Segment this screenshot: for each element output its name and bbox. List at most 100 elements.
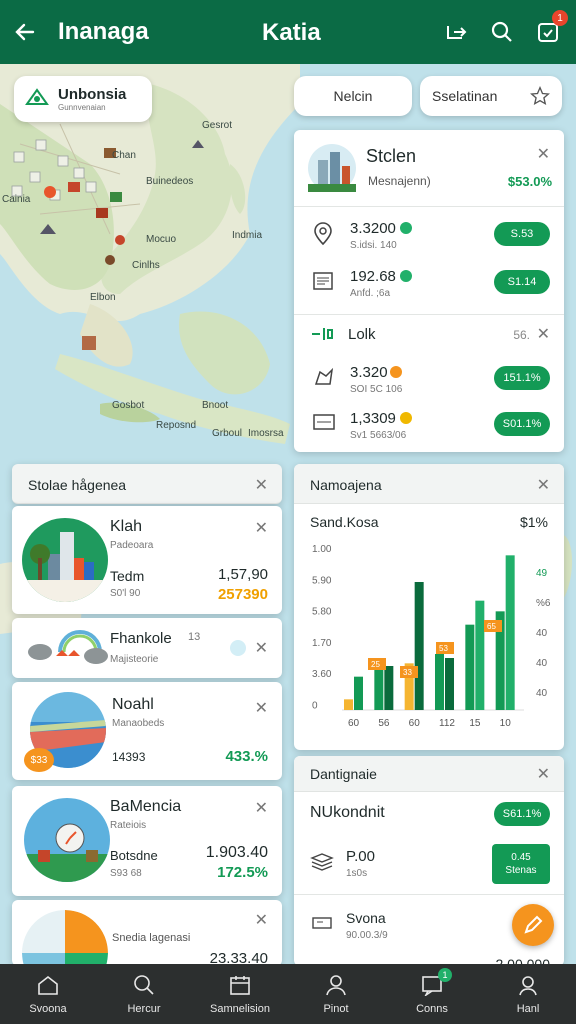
stack-icon [310,852,334,877]
list-item[interactable]: Klah Padeoara ✕ Tedm S0'l 90 1,57,90 257… [12,506,282,614]
filter-pill-label: Sselatinan [432,88,498,104]
map-label: Cainia [2,194,31,205]
x-tick-label: 10 [500,718,512,729]
list-item[interactable]: Fhankole 13 Majisteorie ✕ [12,618,282,678]
item-value-highlight: 257390 [217,586,268,603]
close-icon[interactable]: ✕ [255,475,268,495]
filter-pill-right[interactable]: Sselatinan [420,76,562,116]
map-label: Bnoot [202,400,229,411]
row-value: 1,3309 [350,410,396,427]
close-icon[interactable]: ✕ [537,764,550,784]
map-label: Gesrot [202,120,233,131]
close-icon[interactable]: ✕ [255,698,268,718]
city-thumbnail [308,144,356,192]
map-label: Reposnd [156,420,197,431]
nav-item-search[interactable]: Hercur [96,964,192,1024]
section-header: Lolk 56. ✕ [294,320,564,350]
page-title: Katia [262,19,321,46]
profile-icon [516,974,540,999]
bar [445,658,454,710]
info-icon[interactable] [230,640,246,656]
item-value-highlight: 433.% [225,748,268,765]
row-button[interactable]: 151.1% [494,366,550,390]
y-tick-label: 5.80 [312,607,332,618]
row-value: P.00 [346,848,375,865]
item-value: 1,57,90 [217,566,268,583]
nav-item-home[interactable]: Svoona [0,964,96,1024]
detail-row[interactable]: P.00 1s0s 0.45 Stenas [294,842,564,888]
row-action-line1: 0.45 [511,852,531,863]
panel-row[interactable]: 3.320 SOI 5C 106 151.1% [294,358,564,402]
item-sub: S93 68 [110,868,142,879]
edit-fab[interactable] [512,904,554,946]
y-tick-label: 1.00 [312,544,332,555]
location-subtitle: Gunnvenaian [58,103,106,112]
close-icon[interactable]: ✕ [537,324,550,344]
chart-right-title: $1% [519,514,548,530]
list-item[interactable]: ✕ Snedia lagenasi 23.33.40 [12,900,282,966]
section-title: Lolk [348,326,376,343]
share-icon[interactable] [442,16,470,48]
back-icon[interactable] [0,0,50,64]
row-button[interactable]: S1.14 [494,270,550,294]
bar-chart: 1.00 5.90 5.80 1.70 3.60 0 49 %6 40 40 40 60 56 60 112… [312,544,551,729]
panel-row[interactable]: 1,3309 Sv1 5663/06 S01.1% [294,404,564,448]
item-tag: $33 [24,748,54,772]
nav-item-user[interactable]: Pinot [288,964,384,1024]
callout-label: 33 [403,668,412,677]
y-tick-label-right: %6 [536,598,551,609]
nav-badge: 1 [438,967,452,982]
row-action-line2: Stenas [505,865,537,876]
bar [374,670,384,710]
close-icon[interactable]: ✕ [255,638,268,658]
list-header: Stolae hågenea ✕ [12,464,282,504]
y-tick-label-right: 40 [536,658,548,669]
bar [384,666,394,710]
item-title: Klah [110,518,143,535]
nav-item-calendar[interactable]: Samnelision [192,964,288,1024]
village-illustration [24,798,110,882]
panel-row[interactable]: 3.3200 S.idsi. 140 S.53 [294,214,564,258]
close-icon[interactable]: ✕ [537,475,550,495]
item-label: Tedm [110,568,145,584]
close-icon[interactable]: ✕ [255,518,268,538]
panel-subtitle: Mesnajenn) [368,174,431,188]
x-tick-label: 60 [409,718,421,729]
x-tick-label: 15 [469,718,481,729]
section-meta: 56. [513,328,530,342]
item-value-highlight: 172.5% [217,864,268,881]
bar [475,600,485,710]
notifications-button[interactable]: 1 [534,10,568,48]
close-icon[interactable]: ✕ [255,798,268,818]
filter-pill-left[interactable]: Nelcin [294,76,412,116]
close-icon[interactable]: ✕ [255,910,268,930]
item-title: BaMencia [110,798,182,815]
row-button[interactable]: S.53 [494,222,550,246]
bar [354,676,363,710]
weather-icon [26,628,112,673]
chart-title: Sand.Kosa [310,514,379,530]
detail-header-title: Dantignaie [310,766,377,782]
list-item[interactable]: $33 Noahl Manaobeds ✕ 14393 433.% [12,682,282,780]
detail-title-button[interactable]: S61.1% [494,802,550,826]
y-tick-label: 1.70 [312,638,332,649]
nav-item-profile[interactable]: Hanl [480,964,576,1024]
bar [344,699,353,710]
divider [294,894,564,895]
x-tick-label: 60 [348,718,360,729]
search-icon[interactable] [488,16,516,48]
item-sub: S0'l 90 [110,588,141,599]
nav-item-chat[interactable]: 1 Conns [384,964,480,1024]
y-tick-label: 5.90 [312,575,332,586]
x-tick-label: 56 [378,718,390,729]
panel-row[interactable]: 192.68 Anfd. ;6a S1.14 [294,262,564,306]
list-item[interactable]: BaMencia Rateiois ✕ Botsdne S93 68 1.903… [12,786,282,896]
row-button[interactable]: S01.1% [494,412,550,436]
item-value: 1.903.40 [205,844,268,861]
bottom-navigation: Svoona Hercur Samnelision Pinot 1 Conns … [0,964,576,1024]
close-icon[interactable]: ✕ [537,144,550,164]
item-title: Fhankole [110,630,172,647]
y-tick-label-right: 40 [536,628,548,639]
location-chip[interactable]: Unbonsia Gunnvenaian [14,76,152,122]
row-action-button[interactable]: 0.45 Stenas [492,844,550,884]
